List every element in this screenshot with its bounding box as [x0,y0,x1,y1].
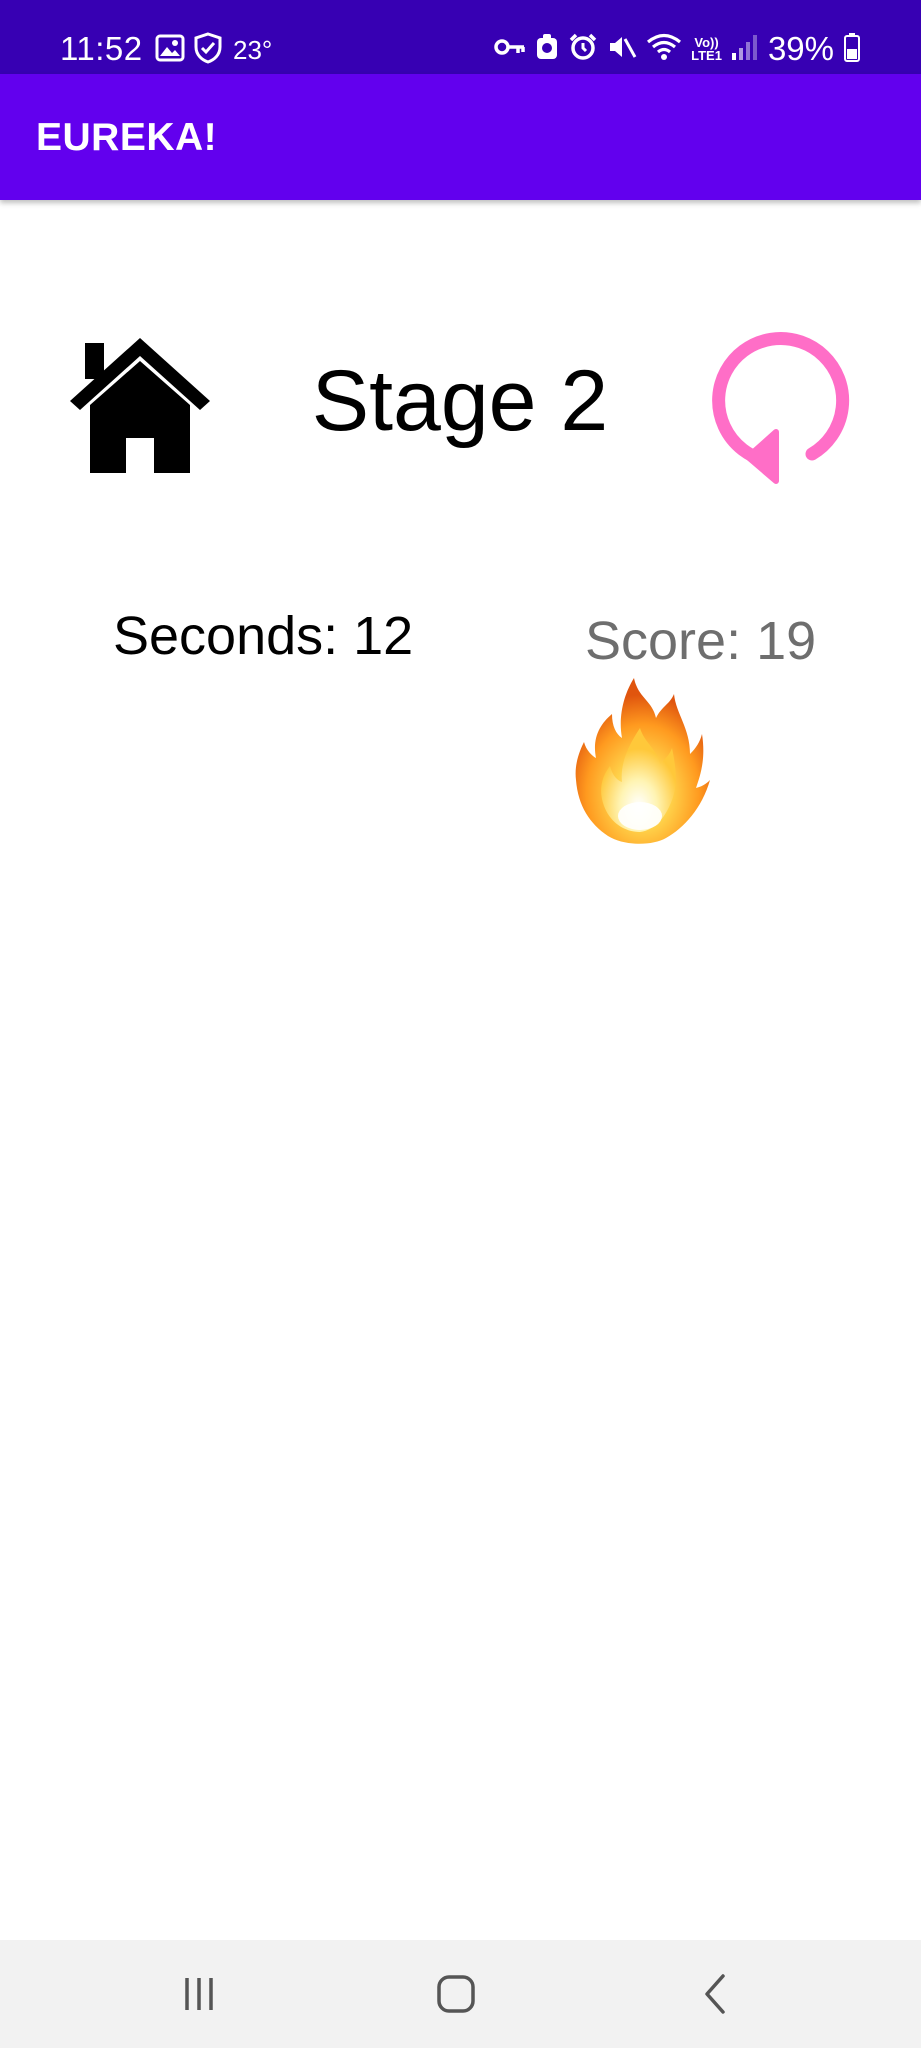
stage-title: Stage 2 [311,353,609,449]
home-circle-icon [437,1975,475,2013]
recent-apps-button[interactable] [164,1962,234,2026]
battery-percent: 39% [767,30,834,67]
restart-icon [712,332,850,484]
app-notification-icon [535,33,559,66]
vpn-key-icon [494,37,526,62]
fire-icon[interactable] [572,676,710,848]
recent-apps-icon [185,1978,213,2010]
lte-icon: Vo)) LTE1 [691,36,722,62]
navigation-bar [0,1940,921,2048]
score-label: Score: 19 [585,611,817,671]
app-bar: EUREKA! [0,74,921,200]
wifi-icon [646,32,682,67]
status-temperature: 23° [233,35,273,65]
app-title: EUREKA! [36,116,218,159]
signal-icon [731,33,759,66]
battery-icon [843,32,861,67]
back-button[interactable] [680,1962,750,2026]
image-icon [155,34,185,67]
shield-check-icon [193,32,223,69]
game-screen: 11:52 23° Vo)) LTE1 39% EUREKA! Stage 2 … [0,0,921,2048]
status-right-icons: Vo)) LTE1 39% [494,30,861,68]
status-bar: 11:52 23° Vo)) LTE1 39% [0,0,921,74]
home-nav-button[interactable] [421,1962,491,2026]
back-icon [705,1974,725,2014]
lte-label-bottom: LTE1 [691,48,722,63]
seconds-label: Seconds: 12 [113,606,414,666]
alarm-icon [568,32,598,67]
home-icon [70,338,210,473]
status-left-icons: 23° [155,32,272,69]
status-time: 11:52 [60,30,143,67]
mute-icon [607,33,637,66]
restart-button[interactable] [704,326,854,486]
home-button[interactable] [66,333,214,475]
